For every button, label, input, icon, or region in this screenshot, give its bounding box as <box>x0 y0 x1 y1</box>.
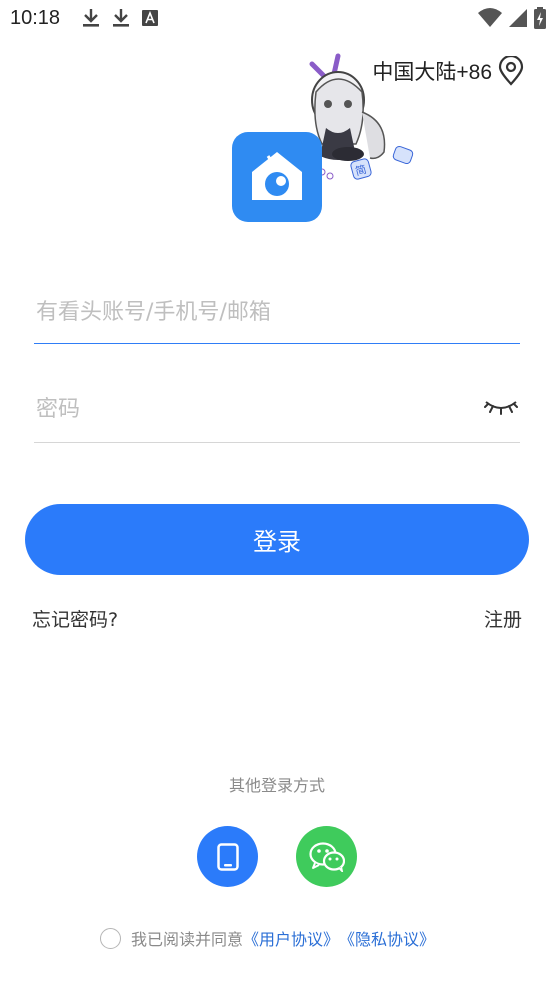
app-logo-icon <box>252 152 302 200</box>
download-icon <box>113 9 129 27</box>
password-input[interactable] <box>34 388 464 430</box>
forgot-password-link[interactable]: 忘记密码? <box>32 605 118 632</box>
download-icon <box>83 9 99 27</box>
font-a-icon <box>142 10 158 26</box>
agreement-row: 我已阅读并同意 《用户协议》 《隐私协议》 <box>100 926 435 950</box>
agreement-prefix: 我已阅读并同意 <box>131 930 244 949</box>
location-pin-icon <box>498 56 524 86</box>
signal-icon <box>509 9 527 27</box>
wechat-icon <box>308 841 345 872</box>
status-time: 10:18 <box>10 7 61 29</box>
privacy-policy-link[interactable]: 《隐私协议》 <box>339 926 435 950</box>
eye-closed-icon[interactable] <box>484 398 518 418</box>
account-input[interactable] <box>34 290 520 334</box>
other-login-label: 其他登录方式 <box>228 776 325 795</box>
wifi-icon <box>478 8 502 27</box>
battery-charging-icon <box>534 7 546 29</box>
agreement-checkbox[interactable] <box>100 927 121 949</box>
phone-login-button[interactable] <box>197 826 258 887</box>
app-logo <box>232 132 322 222</box>
register-link[interactable]: 注册 <box>484 605 522 632</box>
login-button[interactable]: 登录 <box>25 504 529 575</box>
region-selector[interactable]: 中国大陆+86 <box>372 56 524 86</box>
wechat-login-button[interactable] <box>296 826 357 887</box>
password-field[interactable] <box>34 388 520 443</box>
user-agreement-link[interactable]: 《用户协议》 <box>243 926 339 950</box>
account-field[interactable] <box>34 290 520 344</box>
status-bar: 10:18 <box>0 0 554 36</box>
phone-icon <box>216 842 239 871</box>
region-label: 中国大陆+86 <box>372 61 492 84</box>
